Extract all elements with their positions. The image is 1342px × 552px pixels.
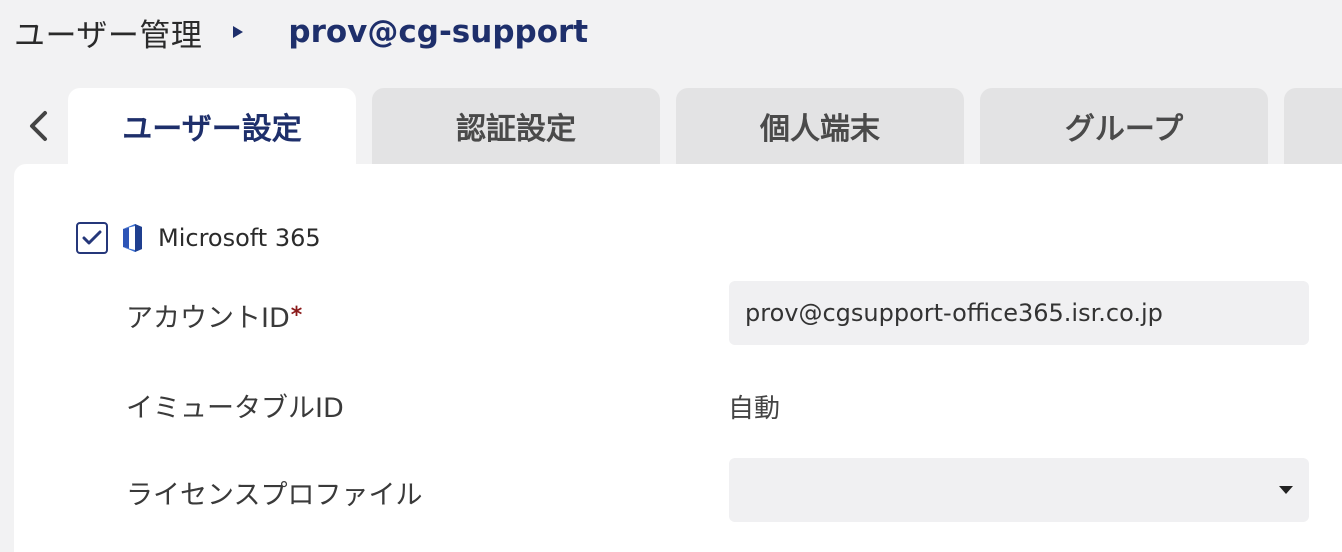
tab-user-settings[interactable]: ユーザー設定 <box>68 88 356 164</box>
tab-bar: ユーザー設定 認証設定 個人端末 グループ <box>68 88 1342 164</box>
license-profile-row: ライセンスプロファイル <box>126 473 422 512</box>
service-checkbox[interactable] <box>76 222 108 254</box>
user-management-page: ユーザー管理 prov@cg-support ユーザー設定 認証設定 個人端末 … <box>0 0 1342 552</box>
dropdown-arrow-icon <box>1279 486 1293 494</box>
account-id-value: prov@cgsupport-office365.isr.co.jp <box>745 299 1163 327</box>
tab-personal-devices[interactable]: 個人端末 <box>676 88 964 164</box>
breadcrumb-root[interactable]: ユーザー管理 <box>14 10 202 55</box>
service-name: Microsoft 365 <box>158 224 321 252</box>
account-id-field[interactable]: prov@cgsupport-office365.isr.co.jp <box>729 281 1309 345</box>
service-microsoft365: Microsoft 365 <box>76 222 321 254</box>
immutable-id-label: イミュータブルID <box>126 393 344 424</box>
office-icon <box>120 223 144 253</box>
immutable-id-row: イミュータブルID <box>126 386 344 425</box>
license-profile-select[interactable] <box>729 458 1309 522</box>
triangle-right-icon <box>232 25 244 39</box>
tab-auth-settings[interactable]: 認証設定 <box>372 88 660 164</box>
required-mark: * <box>290 303 303 328</box>
chevron-left-icon <box>27 109 49 147</box>
tabs-prev-button[interactable] <box>20 106 56 150</box>
breadcrumb: ユーザー管理 prov@cg-support <box>14 0 588 64</box>
breadcrumb-current: prov@cg-support <box>288 14 589 50</box>
user-settings-panel: Microsoft 365 アカウントID * prov@cgsupport-of… <box>14 164 1342 552</box>
account-id-label: アカウントID <box>126 303 290 334</box>
immutable-id-value: 自動 <box>728 394 781 424</box>
account-id-label-row: アカウントID * <box>126 296 302 335</box>
checkmark-icon <box>82 230 102 245</box>
license-profile-label: ライセンスプロファイル <box>126 480 423 511</box>
tab-next-partial[interactable] <box>1284 88 1342 164</box>
tab-groups[interactable]: グループ <box>980 88 1268 164</box>
